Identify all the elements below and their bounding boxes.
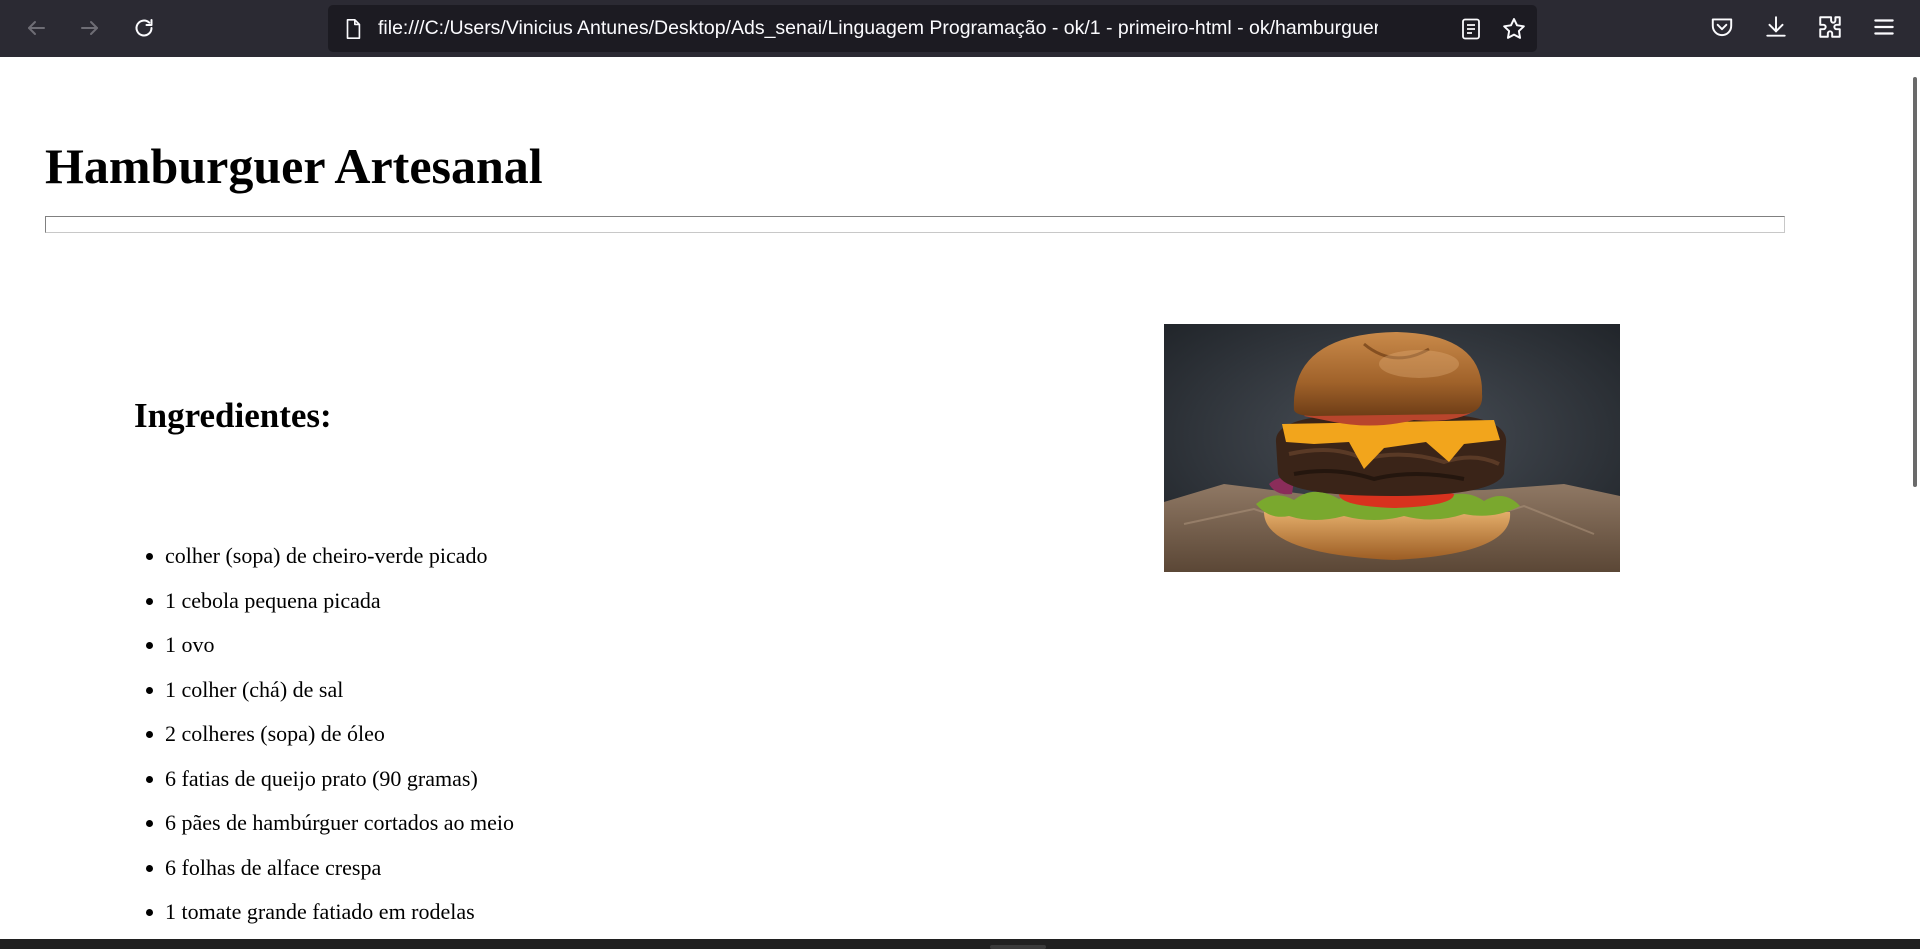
list-item: 1 ovo (134, 630, 514, 675)
list-item: 6 pães de hambúrguer cortados ao meio (134, 808, 514, 853)
extensions-icon (1819, 16, 1841, 38)
list-item: colher (sopa) de cheiro-verde picado (134, 541, 514, 586)
forward-arrow-icon (81, 21, 98, 35)
menu-icon (1874, 19, 1894, 35)
bullet (146, 864, 153, 872)
pocket-button[interactable] (1707, 12, 1737, 42)
page-content: Hamburguer Artesanal Ingredientes: colhe… (0, 57, 1901, 939)
scrollbar-thumb[interactable] (1913, 77, 1917, 487)
download-icon (1766, 16, 1786, 37)
bullet (146, 909, 153, 916)
browser-toolbar: file:///C:/Users/Vinicius Antunes/Deskto… (0, 0, 1920, 57)
vertical-scrollbar[interactable] (1901, 57, 1920, 939)
taskbar-strip (0, 939, 1920, 949)
back-arrow-icon (28, 21, 45, 35)
list-item-text: 1 cebola pequena picada (165, 587, 381, 613)
list-item-text: 6 pães de hambúrguer cortados ao meio (165, 810, 515, 835)
url-bar[interactable]: file:///C:/Users/Vinicius Antunes/Deskto… (328, 5, 1537, 52)
list-item: 6 folhas de alface crespa (134, 853, 514, 898)
list-item-text: 6 fatias de queijo prato (90 gramas) (165, 765, 478, 791)
pocket-icon (1711, 18, 1733, 37)
list-item: 1 colher (chá) de sal (134, 675, 514, 720)
page-icon (346, 19, 361, 39)
back-button[interactable] (16, 8, 56, 48)
forward-button[interactable] (70, 8, 110, 48)
list-item: 6 fatias de queijo prato (90 gramas) (134, 764, 514, 809)
list-item-text: 1 tomate grande fatiado em rodelas (165, 899, 475, 924)
ingredients-heading: Ingredientes: (134, 396, 332, 435)
list-item: 1 cebola pequena picada (134, 586, 514, 631)
url-text[interactable]: file:///C:/Users/Vinicius Antunes/Deskto… (378, 5, 1378, 52)
reader-view-icon[interactable] (1459, 17, 1483, 41)
bullet (146, 642, 153, 649)
list-item-text: 2 colheres (sopa) de óleo (165, 721, 385, 746)
extensions-button[interactable] (1815, 12, 1845, 42)
taskbar-handle (990, 945, 1046, 949)
bullet (146, 597, 153, 605)
bullet (146, 775, 153, 783)
bullet (146, 553, 153, 560)
bookmark-star-icon[interactable] (1501, 16, 1527, 42)
bullet (146, 731, 153, 738)
ingredients-list: colher (sopa) de cheiro-verde picado 1 c… (134, 541, 514, 939)
list-item-text: colher (sopa) de cheiro-verde picado (165, 543, 488, 568)
list-item-text: 1 ovo (165, 632, 215, 657)
menu-button[interactable] (1869, 12, 1899, 42)
bullet (146, 686, 153, 694)
list-item-text: 1 colher (chá) de sal (165, 676, 344, 702)
horizontal-rule (45, 216, 1785, 233)
reload-button[interactable] (124, 8, 164, 48)
reload-icon (135, 19, 153, 37)
list-item: 2 colheres (sopa) de óleo (134, 719, 514, 764)
list-item: 1 tomate grande fatiado em rodelas (134, 897, 514, 939)
download-button[interactable] (1761, 12, 1791, 42)
list-item-text: 6 folhas de alface crespa (165, 854, 382, 880)
burger-image (1164, 324, 1620, 572)
bullet (146, 820, 153, 827)
page-title: Hamburguer Artesanal (45, 138, 543, 194)
